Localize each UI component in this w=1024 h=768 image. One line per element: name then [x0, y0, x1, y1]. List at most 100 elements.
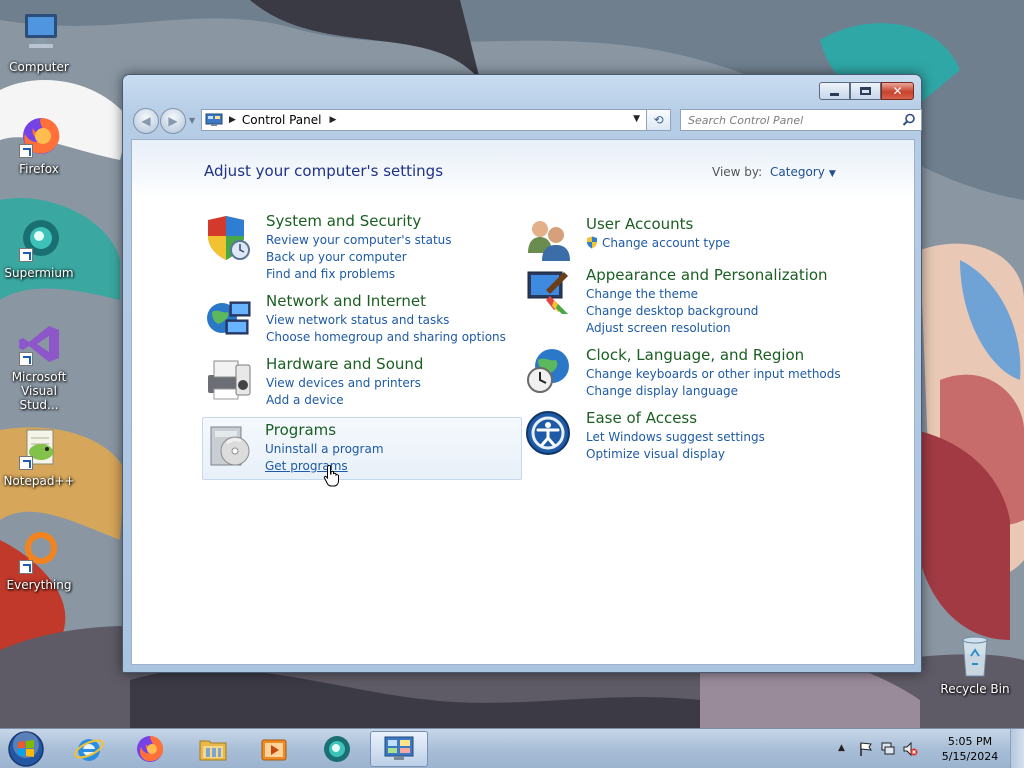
- uac-shield-icon: [587, 236, 597, 249]
- shortcut-arrow-icon: [19, 144, 33, 158]
- category-title[interactable]: System and Security: [266, 212, 421, 230]
- shortcut-arrow-icon: [19, 560, 33, 574]
- system-security-icon: [208, 216, 250, 260]
- control-panel-content: Adjust your computer's settings View by:…: [131, 139, 915, 665]
- desktop-icon-label: Notepad++: [3, 474, 75, 488]
- address-bar[interactable]: ▶ Control Panel ▶ ▼: [201, 109, 647, 131]
- link-back-up[interactable]: Back up your computer: [266, 249, 452, 266]
- category-title[interactable]: Programs: [265, 421, 336, 439]
- category-ease-of-access: Ease of Access Let Windows suggest setti…: [524, 409, 844, 461]
- link-desktop-background[interactable]: Change desktop background: [586, 303, 758, 320]
- category-user-accounts: User Accounts Change account type: [524, 215, 844, 261]
- ease-of-access-icon: [526, 411, 570, 455]
- action-center-flag-icon[interactable]: [858, 741, 874, 757]
- taskbar-firefox[interactable]: [123, 731, 177, 767]
- control-panel-window[interactable]: ✕ ◀ ▶ ▼ ▶ Control Panel ▶ ▼ ⟲ A: [122, 74, 922, 673]
- recent-pages-dropdown[interactable]: ▼: [189, 116, 197, 125]
- link-find-fix-problems[interactable]: Find and fix problems: [266, 266, 452, 283]
- link-add-device[interactable]: Add a device: [266, 392, 421, 409]
- maximize-icon: [860, 87, 871, 95]
- link-keyboards-input[interactable]: Change keyboards or other input methods: [586, 366, 841, 383]
- category-system-security: System and Security Review your computer…: [204, 212, 504, 281]
- category-appearance: Appearance and Personalization Change th…: [524, 266, 844, 335]
- refresh-icon: ⟲: [653, 113, 664, 127]
- category-links: Change the theme Change desktop backgrou…: [586, 286, 758, 337]
- desktop-icon-firefox[interactable]: Firefox: [0, 112, 78, 176]
- start-button[interactable]: [6, 730, 46, 768]
- category-title[interactable]: Ease of Access: [586, 409, 697, 427]
- chevron-down-icon: ▼: [828, 169, 836, 179]
- window-controls: ✕: [819, 82, 914, 100]
- shortcut-arrow-icon: [19, 248, 33, 262]
- close-button[interactable]: ✕: [881, 82, 914, 100]
- taskbar-supermium[interactable]: [310, 731, 364, 767]
- breadcrumb-separator-icon[interactable]: ▶: [229, 115, 236, 125]
- control-panel-icon: [384, 736, 414, 760]
- show-hidden-icons-icon[interactable]: ▲: [838, 743, 845, 753]
- category-title[interactable]: Hardware and Sound: [266, 355, 423, 373]
- link-optimize-display[interactable]: Optimize visual display: [586, 446, 765, 463]
- view-by-dropdown[interactable]: Category ▼: [770, 165, 836, 179]
- system-tray: ▲ 5:05 PM 5/15/2024: [834, 729, 1024, 768]
- category-links: Change keyboards or other input methods …: [586, 366, 841, 400]
- programs-icon: [210, 426, 250, 466]
- network-icon[interactable]: [880, 741, 896, 757]
- view-by-label: View by:: [712, 165, 763, 179]
- link-change-theme[interactable]: Change the theme: [586, 286, 758, 303]
- clock-region-icon: [527, 349, 569, 393]
- hand-pointer-cursor-icon: [323, 465, 339, 487]
- breadcrumb-separator-icon[interactable]: ▶: [330, 115, 337, 125]
- show-desktop-button[interactable]: [1010, 729, 1024, 768]
- address-dropdown-icon[interactable]: ▼: [633, 114, 640, 124]
- link-suggest-settings[interactable]: Let Windows suggest settings: [586, 429, 765, 446]
- shortcut-arrow-icon: [19, 352, 33, 366]
- search-box[interactable]: [680, 109, 922, 131]
- taskbar: ▲ 5:05 PM 5/15/2024: [0, 728, 1024, 768]
- search-input[interactable]: [681, 110, 891, 130]
- back-arrow-icon: ◀: [141, 114, 151, 128]
- category-title[interactable]: User Accounts: [586, 215, 693, 233]
- computer-icon: [25, 14, 57, 48]
- category-hardware-sound: Hardware and Sound View devices and prin…: [204, 355, 504, 407]
- internet-explorer-icon: [74, 739, 104, 761]
- link-uninstall-program[interactable]: Uninstall a program: [265, 441, 384, 458]
- firefox-icon: [137, 736, 164, 762]
- link-change-account-type[interactable]: Change account type: [586, 235, 730, 252]
- desktop-icon-label: Firefox: [19, 162, 59, 176]
- forward-button[interactable]: ▶: [160, 108, 186, 134]
- link-display-language[interactable]: Change display language: [586, 383, 841, 400]
- minimize-button[interactable]: [819, 82, 850, 100]
- category-title[interactable]: Appearance and Personalization: [586, 266, 828, 284]
- control-panel-icon: [205, 113, 223, 126]
- taskbar-media-player[interactable]: [247, 731, 301, 767]
- category-links: Review your computer's status Back up yo…: [266, 232, 452, 283]
- taskbar-control-panel[interactable]: [370, 731, 428, 767]
- category-title[interactable]: Network and Internet: [266, 292, 426, 310]
- link-screen-resolution[interactable]: Adjust screen resolution: [586, 320, 758, 337]
- taskbar-internet-explorer[interactable]: [62, 731, 116, 767]
- taskbar-clock[interactable]: 5:05 PM 5/15/2024: [940, 734, 1000, 764]
- desktop-icon-computer[interactable]: Computer: [0, 10, 78, 74]
- desktop-icon-recycle-bin[interactable]: Recycle Bin: [936, 632, 1014, 696]
- link-devices-printers[interactable]: View devices and printers: [266, 375, 421, 392]
- maximize-button[interactable]: [850, 82, 881, 100]
- refresh-button[interactable]: ⟲: [647, 109, 671, 131]
- media-player-icon: [261, 739, 287, 761]
- volume-muted-icon[interactable]: [902, 741, 918, 757]
- back-button[interactable]: ◀: [133, 108, 159, 134]
- category-links: View devices and printers Add a device: [266, 375, 421, 409]
- link-label: Change account type: [602, 236, 731, 250]
- desktop-icon-everything[interactable]: Everything: [0, 528, 78, 592]
- desktop-icon-label: Everything: [6, 578, 72, 592]
- desktop-icon-visual-studio[interactable]: Microsoft Visual Stud...: [0, 320, 78, 412]
- taskbar-file-explorer[interactable]: [186, 731, 240, 767]
- desktop-icon-notepad-plus-plus[interactable]: Notepad++: [0, 424, 78, 488]
- desktop-icon-supermium[interactable]: Supermium: [0, 216, 78, 280]
- link-review-status[interactable]: Review your computer's status: [266, 232, 452, 249]
- category-title[interactable]: Clock, Language, and Region: [586, 346, 804, 364]
- link-homegroup-sharing[interactable]: Choose homegroup and sharing options: [266, 329, 506, 346]
- search-icon[interactable]: [902, 113, 916, 127]
- breadcrumb-control-panel[interactable]: Control Panel: [242, 113, 322, 127]
- hardware-sound-icon: [208, 360, 251, 400]
- link-network-status[interactable]: View network status and tasks: [266, 312, 506, 329]
